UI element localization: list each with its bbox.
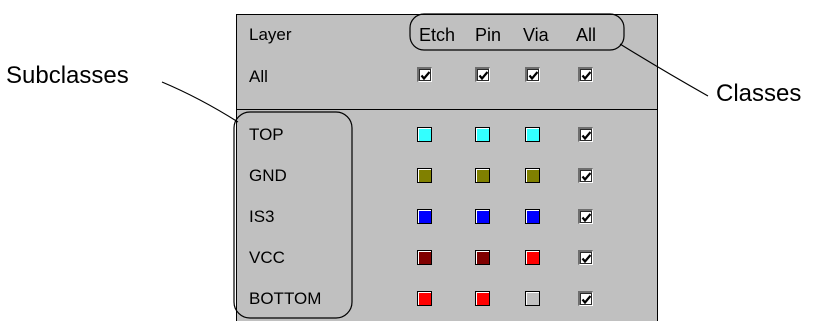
annotation-overlay [161,13,709,319]
subclasses-pointer [161,81,239,123]
classes-pointer [619,43,709,97]
layer-visibility-figure: Subclasses Classes Layer Etch Pin Via Al… [0,0,836,321]
classes-bracket [409,13,625,51]
subclasses-bracket [233,111,353,319]
